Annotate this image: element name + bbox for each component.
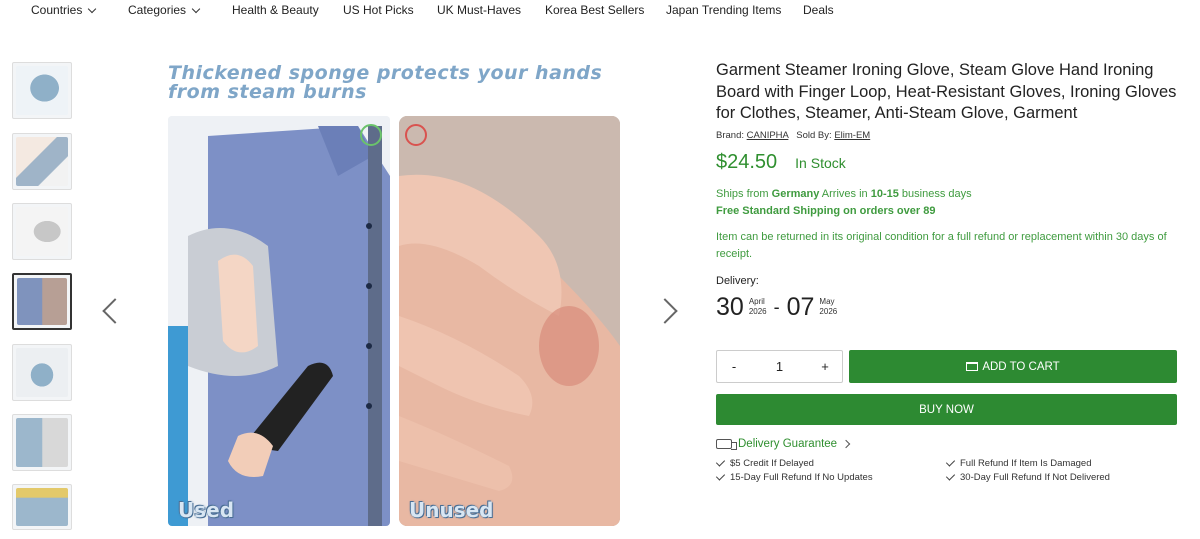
chevron-right-icon: [841, 439, 851, 449]
delivery-from-year: 2026: [748, 307, 767, 316]
quantity-value[interactable]: 1: [776, 359, 783, 374]
previous-image-arrow-icon[interactable]: [102, 298, 128, 324]
delivery-dates: 30 April 2026 - 07 May 2026: [716, 293, 1186, 322]
arrives-suffix: business days: [901, 187, 972, 200]
delivery-from-month: April: [748, 297, 765, 306]
buy-now-button[interactable]: BUY NOW: [716, 394, 1177, 425]
guarantee-item: Full Refund If Item Is Damaged: [945, 457, 1092, 469]
delivery-guarantee-title: Delivery Guarantee: [738, 438, 838, 450]
sad-face-icon: [405, 124, 427, 146]
guarantee-item-text: Full Refund If Item Is Damaged: [960, 458, 1092, 469]
delivery-from-day: 30: [716, 292, 744, 321]
product-title: Garment Steamer Ironing Glove, Steam Glo…: [716, 61, 1177, 122]
guarantee-item: 30-Day Full Refund If Not Delivered: [945, 471, 1110, 483]
guarantee-item: $5 Credit If Delayed: [715, 457, 814, 469]
shirt-and-glove-illustration: [168, 116, 390, 526]
nav-korea-best-sellers[interactable]: Korea Best Sellers: [545, 3, 644, 17]
unused-label: Unused: [409, 498, 494, 522]
delivery-to-month-year: May 2026: [819, 297, 837, 317]
thumbnail-4[interactable]: [12, 273, 72, 330]
guarantee-item-text: 30-Day Full Refund If Not Delivered: [960, 472, 1110, 483]
happy-face-icon: [360, 124, 382, 146]
ships-from-country: Germany: [771, 187, 820, 200]
check-icon: [715, 471, 726, 481]
chevron-down-icon: [88, 4, 97, 13]
image-headline: Thickened sponge protects your hands fro…: [168, 64, 620, 102]
truck-icon: [716, 439, 737, 450]
seller-link[interactable]: Elim-EM: [834, 130, 870, 141]
nav-deals[interactable]: Deals: [803, 3, 834, 17]
stock-status: In Stock: [795, 154, 846, 171]
check-icon: [715, 457, 726, 467]
image-headline-line2: from steam burns: [168, 81, 367, 103]
nav-countries[interactable]: Countries: [31, 3, 97, 17]
quantity-decrease-button[interactable]: -: [727, 359, 741, 374]
main-product-image: Thickened sponge protects your hands fro…: [168, 60, 620, 528]
unused-panel: Unused: [399, 116, 620, 526]
thumbnail-1[interactable]: [12, 62, 72, 119]
delivery-to-year: 2026: [819, 307, 838, 316]
guarantee-item-text: $5 Credit If Delayed: [730, 458, 814, 469]
free-shipping-note: Free Standard Shipping on orders over 89: [716, 204, 936, 217]
guarantee-item-text: 15-Day Full Refund If No Updates: [730, 472, 873, 483]
returns-policy: Item can be returned in its original con…: [716, 230, 1167, 260]
nav-health-beauty[interactable]: Health & Beauty: [232, 3, 319, 17]
brand-seller-line: Brand: CANIPHA Sold By: Elim-EM: [716, 130, 1186, 141]
guarantee-item: 15-Day Full Refund If No Updates: [715, 471, 873, 483]
thumbnail-6[interactable]: [12, 414, 72, 471]
nav-countries-label: Countries: [31, 3, 83, 17]
quantity-stepper: - 1 +: [716, 350, 843, 383]
date-separator: -: [773, 296, 780, 317]
brand-link[interactable]: CANIPHA: [747, 130, 789, 141]
nav-categories[interactable]: Categories: [128, 3, 201, 17]
next-image-arrow-icon[interactable]: [652, 298, 678, 324]
used-label: Used: [178, 498, 235, 522]
delivery-to-day: 07: [786, 292, 815, 321]
thumbnail-7[interactable]: [12, 484, 72, 530]
delivery-from-month-year: April 2026: [749, 297, 767, 317]
product-info: Garment Steamer Ironing Glove, Steam Glo…: [715, 60, 1186, 483]
check-icon: [945, 471, 956, 481]
top-navigation: Countries Categories Health & Beauty US …: [0, 0, 1200, 22]
nav-uk-must-haves[interactable]: UK Must-Haves: [437, 3, 521, 17]
nav-us-hot-picks[interactable]: US Hot Picks: [343, 3, 414, 17]
price: $24.50: [716, 150, 778, 173]
add-to-cart-label: ADD TO CART: [982, 360, 1060, 373]
check-icon: [945, 457, 956, 467]
ships-from-prefix: Ships from: [716, 187, 769, 200]
thumbnail-2[interactable]: [12, 133, 72, 190]
arrives-days: 10-15: [870, 187, 899, 200]
quantity-increase-button[interactable]: +: [818, 359, 832, 374]
thumbnail-5[interactable]: [12, 344, 72, 401]
delivery-label: Delivery:: [716, 274, 759, 287]
nav-categories-label: Categories: [128, 3, 187, 17]
sold-by-label: Sold By:: [796, 129, 832, 141]
thumbnail-3[interactable]: [12, 203, 72, 260]
arrives-prefix: Arrives in: [821, 187, 868, 200]
delivery-to-month: May: [819, 297, 835, 306]
ships-from-line: Ships from Germany Arrives in 10-15 busi…: [716, 186, 1186, 203]
price-row: $24.50 In Stock: [716, 151, 1186, 174]
add-to-cart-button[interactable]: ADD TO CART: [849, 350, 1177, 383]
brand-label: Brand:: [716, 129, 744, 141]
shipping-info: Ships from Germany Arrives in 10-15 busi…: [716, 186, 1186, 220]
used-panel: Used: [168, 116, 390, 526]
cart-icon: [966, 362, 979, 371]
chevron-down-icon: [191, 4, 201, 13]
burned-hand-illustration: [399, 116, 620, 526]
nav-japan-trending[interactable]: Japan Trending Items: [666, 3, 781, 17]
delivery-guarantee-link[interactable]: Delivery Guarantee: [716, 438, 851, 450]
